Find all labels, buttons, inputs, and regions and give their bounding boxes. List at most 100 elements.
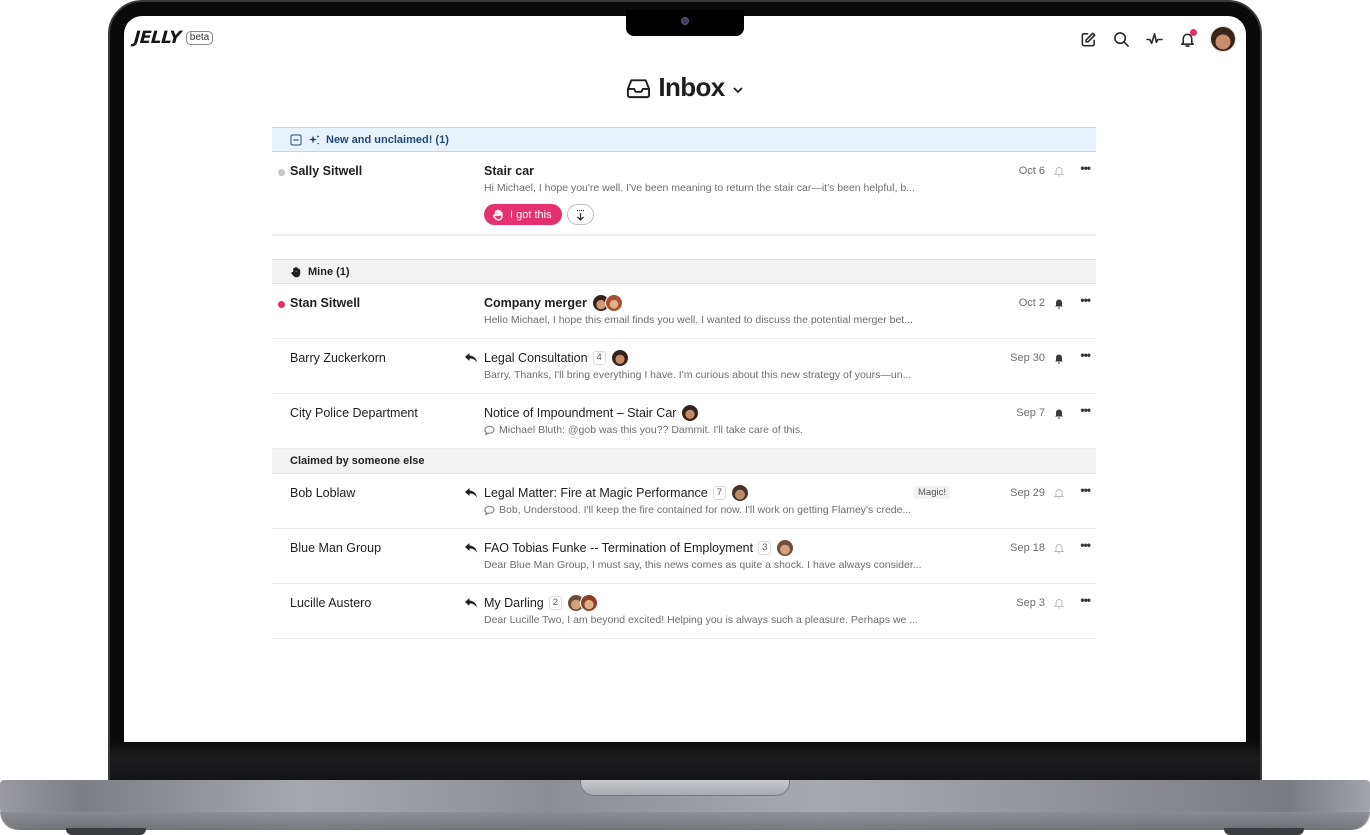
participants (610, 349, 629, 367)
thread-count: 7 (712, 486, 726, 500)
reply-icon (465, 543, 477, 553)
subject-line: Legal Consultation 4 (484, 347, 629, 369)
subject-line: Company merger (484, 292, 623, 314)
inbox-tray-icon (627, 78, 651, 98)
subject-line: Notice of Impoundment – Stair Car (484, 402, 700, 424)
preview-text: Hi Michael, I hope you're well. I've bee… (484, 182, 915, 194)
hand-icon (291, 266, 301, 277)
more-button[interactable]: ••• (1080, 539, 1091, 551)
top-toolbar (1078, 26, 1236, 52)
more-button[interactable]: ••• (1080, 294, 1091, 306)
date: Sep 7 (1016, 407, 1045, 419)
sender: Sally Sitwell (290, 164, 363, 178)
date: Sep 3 (1016, 597, 1045, 609)
subject: Notice of Impoundment – Stair Car (484, 406, 677, 420)
preview: Hi Michael, I hope you're well. I've bee… (484, 182, 915, 194)
hand-icon (492, 209, 503, 221)
search-icon (1114, 31, 1129, 47)
camera-notch (626, 10, 744, 36)
section-new-unclaimed[interactable]: New and unclaimed! (1) (272, 127, 1096, 152)
bell-outline-icon[interactable] (1053, 597, 1065, 609)
email-row[interactable]: Lucille Austero My Darling 2 Dear Lucill… (272, 584, 1096, 639)
preview: Hello Michael, I hope this email finds y… (484, 314, 913, 326)
sender: Bob Loblaw (290, 486, 356, 500)
claim-button[interactable]: I got this (484, 204, 562, 225)
compose-button[interactable] (1078, 27, 1099, 51)
date: Sep 29 (1010, 487, 1045, 499)
laptop-base-shadow (0, 812, 1370, 830)
section-label: Mine (1) (308, 265, 350, 278)
participants (681, 404, 700, 422)
participants (591, 294, 623, 312)
participants (776, 539, 795, 557)
email-row[interactable]: Bob Loblaw Legal Matter: Fire at Magic P… (272, 474, 1096, 529)
comment-icon (484, 425, 495, 436)
laptop-chin (110, 742, 1260, 784)
email-row[interactable]: Barry Zuckerkorn Legal Consultation 4 Ba… (272, 339, 1096, 394)
preview-text: Dear Blue Man Group, I must say, this ne… (484, 559, 922, 571)
activity-button[interactable] (1144, 27, 1165, 51)
app-logo[interactable]: JELLY beta (133, 28, 214, 48)
more-button[interactable]: ••• (1080, 484, 1091, 496)
email-row[interactable]: Sally Sitwell Stair car Hi Michael, I ho… (272, 152, 1096, 235)
bell-filled-icon[interactable] (1053, 352, 1065, 364)
beta-badge: beta (185, 31, 214, 45)
laptop-foot-right (1224, 828, 1304, 835)
search-button[interactable] (1111, 27, 1132, 51)
section-claimed[interactable]: Claimed by someone else (272, 449, 1096, 474)
email-row[interactable]: City Police Department Notice of Impound… (272, 394, 1096, 449)
avatar (604, 294, 623, 312)
more-button[interactable]: ••• (1080, 404, 1091, 416)
preview-text: Bob, Understood. I'll keep the fire cont… (499, 504, 912, 516)
preview-text: Dear Lucille Two, I am beyond excited! H… (484, 614, 919, 626)
participants (567, 594, 599, 612)
collapse-icon[interactable] (290, 134, 302, 146)
page-title[interactable]: Inbox (124, 72, 1246, 103)
avatar (731, 484, 749, 502)
camera-icon (681, 17, 689, 25)
avatar (610, 349, 629, 367)
reply-icon (465, 598, 477, 608)
date: Oct 6 (1018, 165, 1045, 177)
email-row[interactable]: Stan Sitwell Company merger Hello Michae… (272, 284, 1096, 339)
avatar (776, 539, 795, 557)
sender: City Police Department (290, 406, 418, 420)
more-button[interactable]: ••• (1080, 349, 1091, 361)
bell-outline-icon[interactable] (1053, 542, 1065, 554)
reply-icon (465, 353, 477, 363)
sparkle-icon (309, 135, 319, 144)
preview: Michael Bluth: @gob was this you?? Dammi… (484, 424, 803, 436)
sender: Blue Man Group (290, 541, 382, 555)
date: Sep 18 (1010, 542, 1045, 554)
logo-wordmark: JELLY (133, 28, 182, 48)
thread-count: 3 (758, 541, 772, 555)
comment-icon (484, 505, 495, 516)
bell-filled-icon[interactable] (1053, 297, 1065, 309)
subject: FAO Tobias Funke -- Termination of Emplo… (484, 541, 754, 555)
section-label: Claimed by someone else (290, 455, 425, 467)
snooze-down-button[interactable] (567, 204, 594, 225)
subject: Company merger (484, 296, 587, 310)
arrow-down-icon (577, 209, 584, 221)
section-spacer (272, 235, 1096, 259)
preview-text: Michael Bluth: @gob was this you?? Dammi… (499, 424, 803, 436)
subject: Stair car (484, 164, 535, 178)
thread-count: 2 (548, 596, 563, 610)
user-avatar[interactable] (1210, 26, 1236, 52)
more-button[interactable]: ••• (1080, 162, 1091, 174)
sender: Lucille Austero (290, 596, 372, 610)
section-mine[interactable]: Mine (1) (272, 259, 1096, 284)
unclaimed-dot (278, 169, 285, 176)
more-button[interactable]: ••• (1080, 594, 1091, 606)
avatar (580, 594, 599, 612)
unread-dot (278, 301, 285, 308)
notifications-button[interactable] (1177, 27, 1198, 51)
bell-outline-icon[interactable] (1053, 165, 1065, 177)
label-tag[interactable]: Magic! (914, 486, 950, 499)
bell-outline-icon[interactable] (1053, 487, 1065, 499)
participants (731, 484, 749, 502)
bell-filled-icon[interactable] (1053, 407, 1065, 419)
thread-count: 4 (592, 351, 606, 365)
email-row[interactable]: Blue Man Group FAO Tobias Funke -- Termi… (272, 529, 1096, 584)
date: Oct 2 (1018, 297, 1045, 309)
